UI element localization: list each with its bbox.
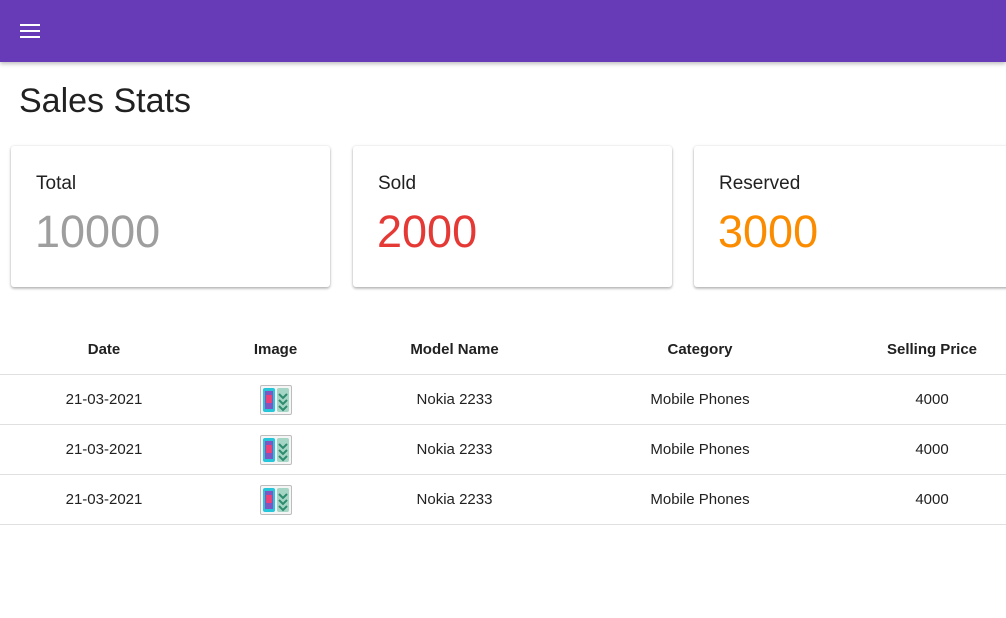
- column-header-selling-price[interactable]: Selling Price: [834, 324, 1006, 375]
- cell-date: 21-03-2021: [0, 374, 208, 425]
- cell-model-name: Nokia 2233: [343, 424, 566, 475]
- menu-button[interactable]: [12, 13, 48, 49]
- column-header-category[interactable]: Category: [566, 324, 834, 375]
- stat-card-total: Total 10000: [11, 146, 330, 287]
- cell-image: [208, 374, 343, 425]
- cell-selling-price: 4000: [834, 424, 1006, 475]
- cell-selling-price: 4000: [834, 374, 1006, 425]
- cell-date: 21-03-2021: [0, 474, 208, 525]
- page-title: Sales Stats: [19, 82, 191, 120]
- table-row[interactable]: 21-03-2021 Nokia 2233 Mobile Phones 4000: [0, 374, 1006, 425]
- column-header-date[interactable]: Date: [0, 324, 208, 375]
- cell-image: [208, 474, 343, 525]
- cell-category: Mobile Phones: [566, 424, 834, 475]
- cell-category: Mobile Phones: [566, 374, 834, 425]
- cell-selling-price: 4000: [834, 474, 1006, 525]
- menu-icon: [20, 24, 40, 38]
- sales-table: Date Image Model Name Category Selling P…: [0, 324, 1006, 525]
- stat-value-total: 10000: [35, 206, 161, 257]
- cell-model-name: Nokia 2233: [343, 474, 566, 525]
- cell-category: Mobile Phones: [566, 474, 834, 525]
- stat-value-sold: 2000: [377, 206, 478, 257]
- table-row[interactable]: 21-03-2021 Nokia 2233 Mobile Phones 4000: [0, 424, 1006, 475]
- stat-label-total: Total: [36, 173, 77, 194]
- cell-model-name: Nokia 2233: [343, 374, 566, 425]
- table-header-row: Date Image Model Name Category Selling P…: [0, 324, 1006, 375]
- stat-value-reserved: 3000: [718, 206, 819, 257]
- stat-card-reserved: Reserved 3000: [694, 146, 1006, 287]
- phone-thumbnail-icon[interactable]: [259, 384, 292, 415]
- stat-card-sold: Sold 2000: [353, 146, 672, 287]
- table-row[interactable]: 21-03-2021 Nokia 2233 Mobile Phones 4000: [0, 474, 1006, 525]
- app-bar: [0, 0, 1006, 62]
- cell-image: [208, 424, 343, 475]
- phone-thumbnail-icon[interactable]: [259, 434, 292, 465]
- column-header-image[interactable]: Image: [208, 324, 343, 375]
- stat-label-sold: Sold: [378, 173, 417, 194]
- sales-table-container: Date Image Model Name Category Selling P…: [0, 324, 1006, 525]
- stat-label-reserved: Reserved: [719, 173, 801, 194]
- cell-date: 21-03-2021: [0, 424, 208, 475]
- column-header-model-name[interactable]: Model Name: [343, 324, 566, 375]
- phone-thumbnail-icon[interactable]: [259, 484, 292, 515]
